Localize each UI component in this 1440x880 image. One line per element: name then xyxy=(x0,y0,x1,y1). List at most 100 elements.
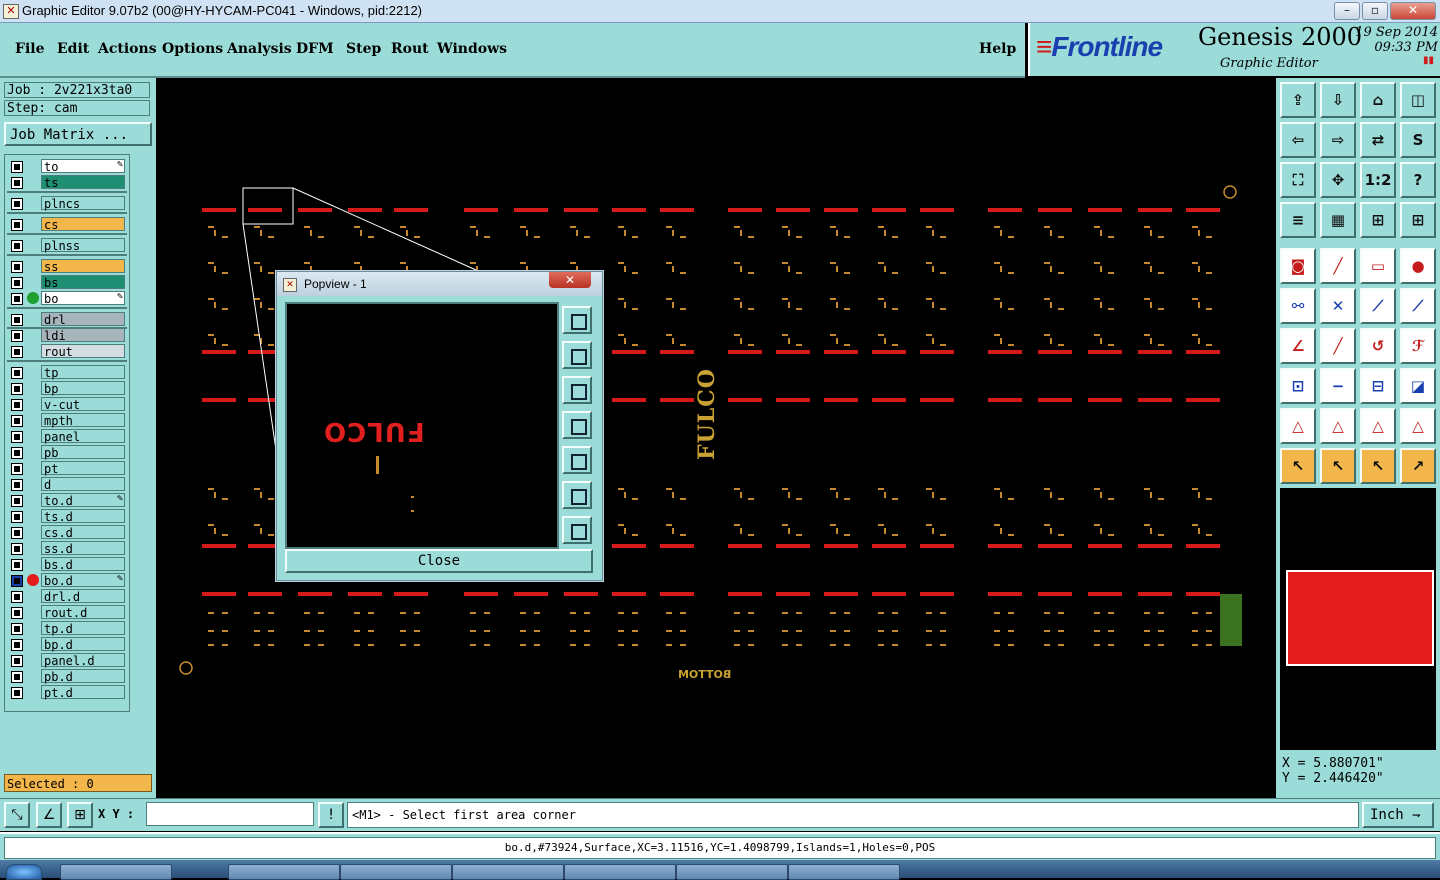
tri-a-icon[interactable]: △ xyxy=(1280,408,1316,444)
layer-checkbox[interactable] xyxy=(11,559,23,571)
center-icon[interactable]: ✥ xyxy=(1320,162,1356,198)
layer-row-v-cut[interactable]: v-cut xyxy=(7,397,127,412)
angle-icon[interactable]: ∠ xyxy=(1280,328,1316,364)
menu-rout[interactable]: Rout xyxy=(391,41,429,57)
minimap-view-area[interactable] xyxy=(1286,570,1434,666)
layer-checkbox[interactable] xyxy=(11,330,23,342)
pointer-icon[interactable]: ↖ xyxy=(1280,448,1316,484)
measure-angle-icon[interactable]: ∠ xyxy=(36,802,62,828)
layer-checkbox[interactable] xyxy=(11,293,23,305)
pan-up-icon[interactable] xyxy=(562,341,592,369)
layer-row-pb[interactable]: pb xyxy=(7,445,127,460)
edge-icon[interactable]: ╱ xyxy=(1320,328,1356,364)
layer-row-cs[interactable]: cs xyxy=(7,217,127,232)
menu-analysis[interactable]: Analysis xyxy=(227,41,292,57)
layer-row-bp-d[interactable]: bp.d xyxy=(7,637,127,652)
layer-checkbox[interactable] xyxy=(11,623,23,635)
split-icon[interactable]: ◫ xyxy=(1400,82,1436,118)
layer-checkbox[interactable] xyxy=(11,346,23,358)
layer-checkbox[interactable] xyxy=(11,198,23,210)
node-a-icon[interactable]: ⟋ xyxy=(1360,288,1396,324)
layer-checkbox[interactable] xyxy=(11,687,23,699)
layer-checkbox[interactable] xyxy=(11,161,23,173)
popview-canvas[interactable]: FULCO xyxy=(285,302,559,549)
layer-checkbox[interactable] xyxy=(11,607,23,619)
layer-row-bs[interactable]: bs xyxy=(7,275,127,290)
select-icon[interactable]: ↖ xyxy=(1320,448,1356,484)
layers-a-icon[interactable]: ⊞ xyxy=(1360,202,1396,238)
layer-checkbox[interactable] xyxy=(11,479,23,491)
job-matrix-button[interactable]: Job Matrix ... xyxy=(4,122,152,146)
popview-window[interactable]: ✕ Popview - 1 ✕ FULCO Close xyxy=(276,271,603,581)
layer-checkbox[interactable] xyxy=(11,463,23,475)
layer-row-to-d[interactable]: to.d ✎ xyxy=(7,493,127,508)
minimize-button[interactable]: – xyxy=(1334,2,1360,20)
minus-icon[interactable]: − xyxy=(1320,368,1356,404)
s-curve-icon[interactable]: S xyxy=(1400,122,1436,158)
layer-checkbox[interactable] xyxy=(11,261,23,273)
layer-row-pb-d[interactable]: pb.d xyxy=(7,669,127,684)
layer-checkbox[interactable] xyxy=(11,639,23,651)
layer-row-rout-d[interactable]: rout.d xyxy=(7,605,127,620)
connect-icon[interactable]: ⚯ xyxy=(1280,288,1316,324)
node-b-icon[interactable]: ⟋ xyxy=(1400,288,1436,324)
route-icon[interactable]: ↗ xyxy=(1400,448,1436,484)
menu-help[interactable]: Help xyxy=(979,41,1016,57)
box-icon[interactable]: ⊟ xyxy=(1360,368,1396,404)
arrow-right-icon[interactable]: ⇨ xyxy=(1320,122,1356,158)
layer-row-panel-d[interactable]: panel.d xyxy=(7,653,127,668)
layer-row-pt[interactable]: pt xyxy=(7,461,127,476)
menu-edit[interactable]: Edit xyxy=(57,41,89,57)
grid-snap-icon[interactable]: ⊞ xyxy=(67,802,93,828)
zoom-half-button[interactable]: 1:2 xyxy=(1360,162,1396,198)
layer-row-ss[interactable]: ss xyxy=(7,259,127,274)
layer-checkbox[interactable] xyxy=(11,591,23,603)
layer-checkbox[interactable] xyxy=(11,367,23,379)
layer-row-panel[interactable]: panel xyxy=(7,429,127,444)
layer-checkbox[interactable] xyxy=(11,575,23,587)
layer-checkbox[interactable] xyxy=(11,671,23,683)
layer-checkbox[interactable] xyxy=(11,543,23,555)
layer-row-cs-d[interactable]: cs.d xyxy=(7,525,127,540)
layer-row-pt-d[interactable]: pt.d xyxy=(7,685,127,700)
menu-file[interactable]: File xyxy=(15,41,44,57)
popview-close-icon[interactable]: ✕ xyxy=(549,272,591,288)
arrow-left-icon[interactable]: ⇦ xyxy=(1280,122,1316,158)
layer-checkbox[interactable] xyxy=(11,415,23,427)
layer-row-to[interactable]: to ✎ xyxy=(7,159,127,174)
fit-icon[interactable]: ⛶ xyxy=(1280,162,1316,198)
pan-right-icon[interactable] xyxy=(562,446,592,474)
menu-options[interactable]: Options xyxy=(162,41,223,57)
alert-button[interactable]: ! xyxy=(318,802,344,828)
layers-b-icon[interactable]: ⊞ xyxy=(1400,202,1436,238)
menu-windows[interactable]: Windows xyxy=(437,41,507,57)
zoom-in-icon[interactable] xyxy=(562,516,592,544)
layer-checkbox[interactable] xyxy=(11,240,23,252)
layer-row-ts[interactable]: ts xyxy=(7,175,127,190)
pan-left-icon[interactable] xyxy=(562,411,592,439)
layer-row-bs-d[interactable]: bs.d xyxy=(7,557,127,572)
help-button[interactable]: ? xyxy=(1400,162,1436,198)
units-select[interactable]: Inch ⇁ xyxy=(1362,802,1434,828)
layer-checkbox[interactable] xyxy=(11,447,23,459)
layer-row-ss-d[interactable]: ss.d xyxy=(7,541,127,556)
layer-checkbox[interactable] xyxy=(11,177,23,189)
grid-icon[interactable]: ▦ xyxy=(1320,202,1356,238)
menu-step[interactable]: Step xyxy=(346,41,381,57)
layer-checkbox[interactable] xyxy=(11,219,23,231)
dot-icon[interactable]: ● xyxy=(1400,248,1436,284)
layer-checkbox[interactable] xyxy=(11,527,23,539)
layer-checkbox[interactable] xyxy=(11,511,23,523)
select-drag-icon[interactable]: ↖ xyxy=(1360,448,1396,484)
layer-checkbox[interactable] xyxy=(11,655,23,667)
menu-dfm[interactable]: DFM xyxy=(296,41,334,57)
pad-icon[interactable]: ◙ xyxy=(1280,248,1316,284)
popview-close-button[interactable]: Close xyxy=(285,549,593,573)
minimap[interactable] xyxy=(1280,488,1436,750)
close-window-button[interactable]: ✕ xyxy=(1390,2,1436,20)
layer-row-tp[interactable]: tp xyxy=(7,365,127,380)
arrow-down-icon[interactable]: ⇩ xyxy=(1320,82,1356,118)
maximize-button[interactable]: ▫ xyxy=(1362,2,1388,20)
layer-checkbox[interactable] xyxy=(11,383,23,395)
layer-row-tp-d[interactable]: tp.d xyxy=(7,621,127,636)
